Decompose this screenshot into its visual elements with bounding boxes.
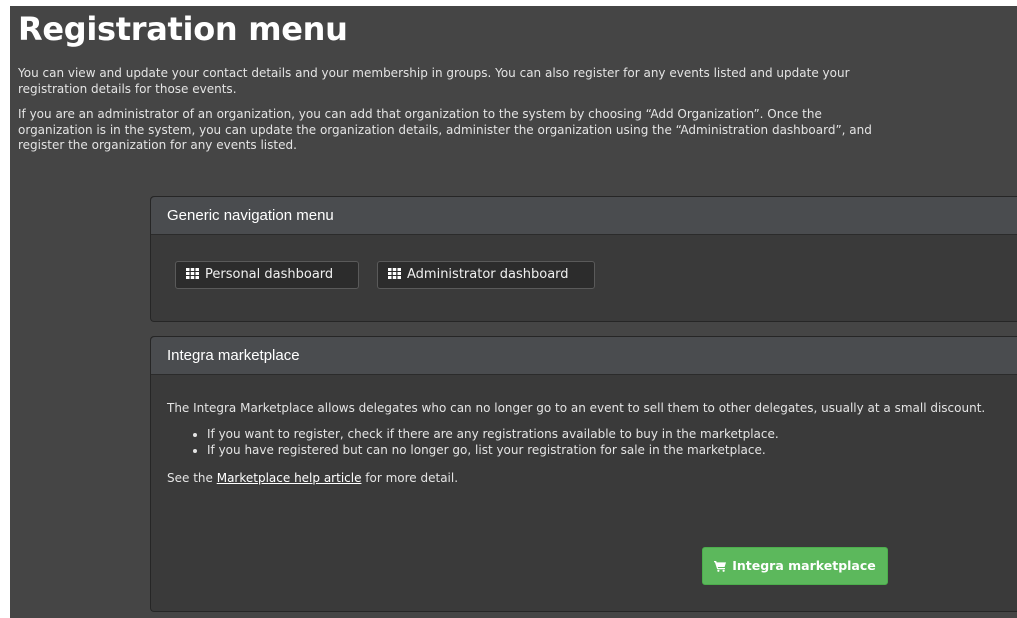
- intro-paragraph-2: If you are an administrator of an organi…: [18, 107, 872, 152]
- panel-heading: Integra marketplace: [151, 337, 1017, 375]
- administrator-dashboard-label: Administrator dashboard: [407, 267, 569, 282]
- marketplace-body: The Integra Marketplace allows delegates…: [167, 401, 1007, 486]
- marketplace-bullet-list: If you want to register, check if there …: [167, 427, 1007, 459]
- marketplace-help-link[interactable]: Marketplace help article: [217, 471, 362, 485]
- grid-icon: [388, 267, 407, 282]
- panel-heading: Generic navigation menu: [151, 197, 1017, 235]
- integra-marketplace-button-label: Integra marketplace: [732, 558, 876, 573]
- page-title: Registration menu: [18, 10, 348, 48]
- marketplace-description: The Integra Marketplace allows delegates…: [167, 401, 986, 415]
- list-item: If you have registered but can no longer…: [207, 443, 1007, 459]
- intro-paragraph-1: You can view and update your contact det…: [18, 66, 850, 96]
- generic-navigation-panel: Generic navigation menu Personal dashboa…: [150, 196, 1017, 322]
- see-more-suffix: for more detail.: [361, 470, 459, 485]
- integra-marketplace-button[interactable]: Integra marketplace: [702, 547, 888, 585]
- integra-marketplace-panel: Integra marketplace The Integra Marketpl…: [150, 336, 1017, 612]
- administrator-dashboard-button[interactable]: Administrator dashboard: [377, 261, 595, 289]
- shopping-cart-icon: [714, 558, 732, 573]
- personal-dashboard-label: Personal dashboard: [205, 267, 334, 282]
- intro-text: You can view and update your contact det…: [18, 66, 898, 164]
- personal-dashboard-button[interactable]: Personal dashboard: [175, 261, 359, 289]
- grid-icon: [186, 267, 205, 282]
- see-more-prefix: See the: [167, 470, 217, 485]
- list-item: If you want to register, check if there …: [207, 427, 1007, 443]
- marketplace-see-more: See the Marketplace help article for mor…: [167, 471, 1007, 487]
- page-container: Registration menu You can view and updat…: [10, 6, 1017, 618]
